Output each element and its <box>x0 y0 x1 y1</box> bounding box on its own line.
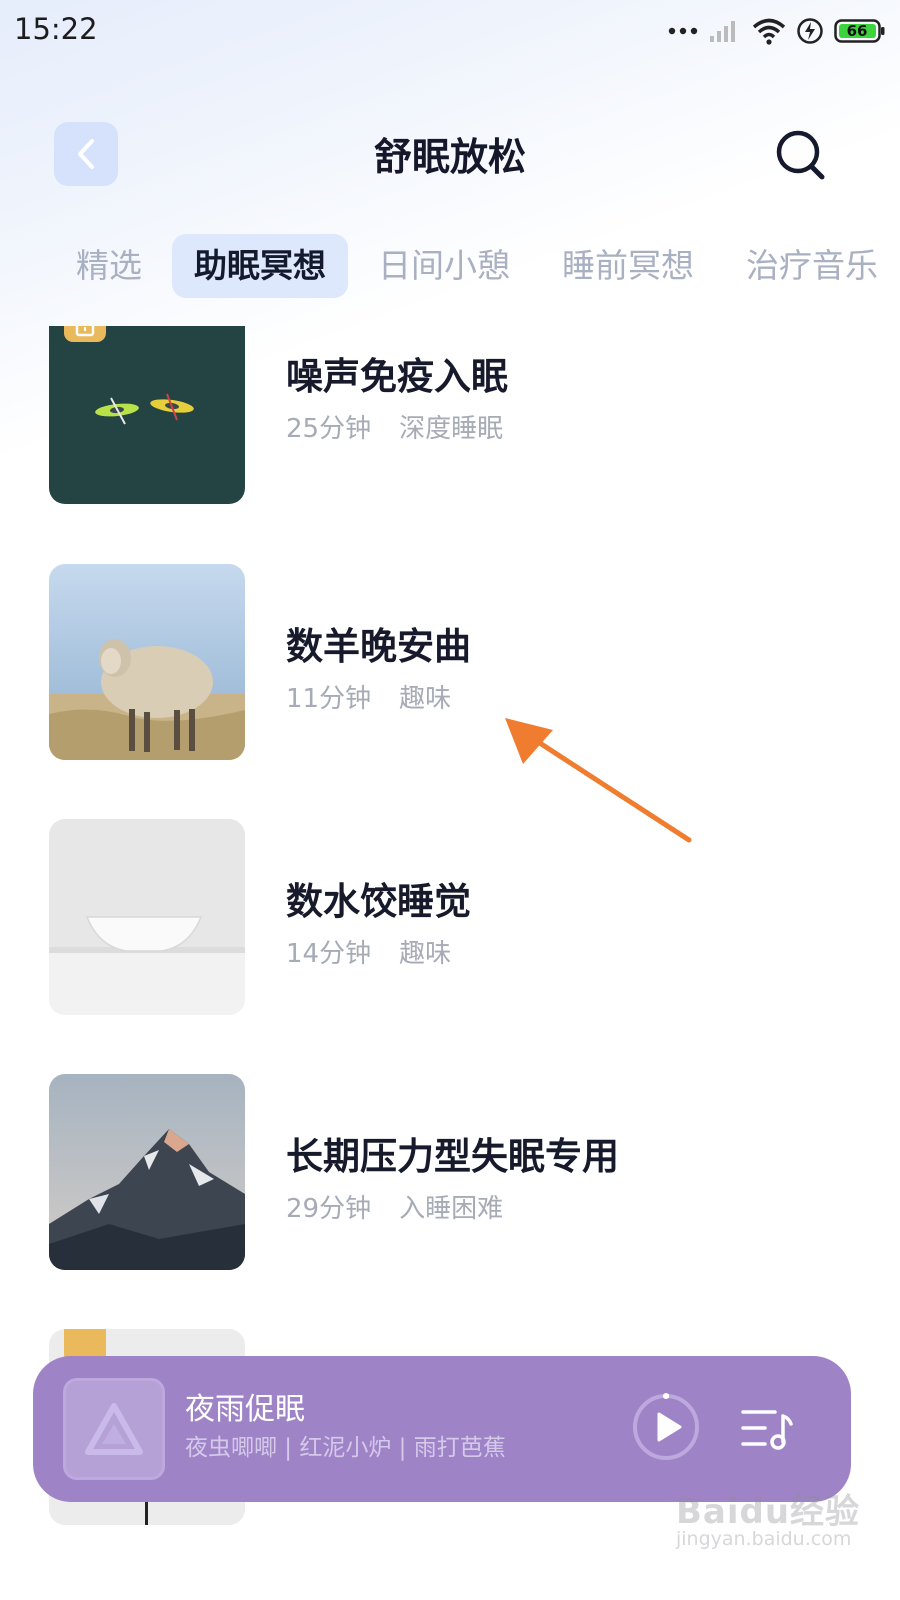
status-bar: 15:22 66 <box>0 0 900 62</box>
list-item[interactable]: 噪声免疫入眠 25分钟 深度睡眠 <box>49 326 869 504</box>
item-thumbnail <box>49 326 245 504</box>
search-button[interactable] <box>770 124 832 186</box>
item-meta: 29分钟 入睡困难 <box>286 1188 503 1225</box>
item-title: 长期压力型失眠专用 <box>286 1135 619 1178</box>
triangle-logo-icon <box>85 1403 143 1455</box>
watermark-url: jingyan.baidu.com <box>676 1528 852 1550</box>
category-tabs: 精选 助眠冥想 日间小憩 睡前冥想 治疗音乐 <box>54 234 900 298</box>
signal-icon <box>710 21 735 42</box>
play-icon[interactable] <box>631 1392 701 1462</box>
item-thumbnail <box>49 819 245 1015</box>
tab-therapy-music[interactable]: 治疗音乐 <box>724 234 900 298</box>
screen: 15:22 66 舒眠放松 精选 助眠冥想 日间小憩 睡前冥想 治疗音乐 噪声免… <box>0 0 900 1600</box>
player-cover <box>63 1378 165 1480</box>
player-subtitle: 夜虫唧唧 | 红泥小炉 | 雨打芭蕉 <box>185 1435 506 1461</box>
more-dots-icon <box>668 27 698 35</box>
page-title: 舒眠放松 <box>373 135 526 179</box>
item-meta: 14分钟 趣味 <box>286 933 451 970</box>
watermark-logo: Baidu经验 <box>676 1492 861 1532</box>
tab-featured[interactable]: 精选 <box>54 234 164 298</box>
status-icons: 66 <box>668 14 886 48</box>
lock-badge <box>64 326 106 342</box>
tab-bedtime-meditation[interactable]: 睡前冥想 <box>540 234 716 298</box>
item-title: 数水饺睡觉 <box>286 880 471 923</box>
list-item[interactable]: 长期压力型失眠专用 29分钟 入睡困难 <box>49 1074 869 1270</box>
tab-sleep-meditation[interactable]: 助眠冥想 <box>172 234 348 298</box>
battery-level: 66 <box>846 22 868 40</box>
item-duration: 29分钟 <box>286 1194 372 1224</box>
wifi-icon <box>752 18 786 45</box>
item-meta: 25分钟 深度睡眠 <box>286 408 503 445</box>
item-tag: 入睡困难 <box>399 1194 504 1224</box>
item-duration: 25分钟 <box>286 414 372 444</box>
lock-icon <box>75 326 95 337</box>
charging-icon <box>797 18 823 44</box>
player-title: 夜雨促眠 <box>185 1392 305 1427</box>
status-time: 15:22 <box>14 12 98 46</box>
annotation-arrow <box>505 718 692 843</box>
playlist-icon[interactable] <box>741 1408 793 1452</box>
battery-icon: 66 <box>834 19 886 43</box>
item-title: 噪声免疫入眠 <box>286 355 508 398</box>
item-duration: 11分钟 <box>286 684 372 714</box>
item-thumbnail <box>49 1074 245 1270</box>
search-icon <box>776 130 825 180</box>
item-title: 数羊晚安曲 <box>286 625 471 668</box>
tab-daytime-nap[interactable]: 日间小憩 <box>356 234 532 298</box>
item-meta: 11分钟 趣味 <box>286 678 451 715</box>
watermark: Baidu经验 jingyan.baidu.com <box>670 1470 859 1562</box>
item-thumbnail <box>49 564 245 760</box>
item-tag: 趣味 <box>399 939 452 969</box>
item-tag: 深度睡眠 <box>399 414 504 444</box>
item-duration: 14分钟 <box>286 939 372 969</box>
list-item[interactable]: 数羊晚安曲 11分钟 趣味 <box>49 564 869 760</box>
item-tag: 趣味 <box>399 684 452 714</box>
list-item[interactable]: 数水饺睡觉 14分钟 趣味 <box>49 819 869 1015</box>
